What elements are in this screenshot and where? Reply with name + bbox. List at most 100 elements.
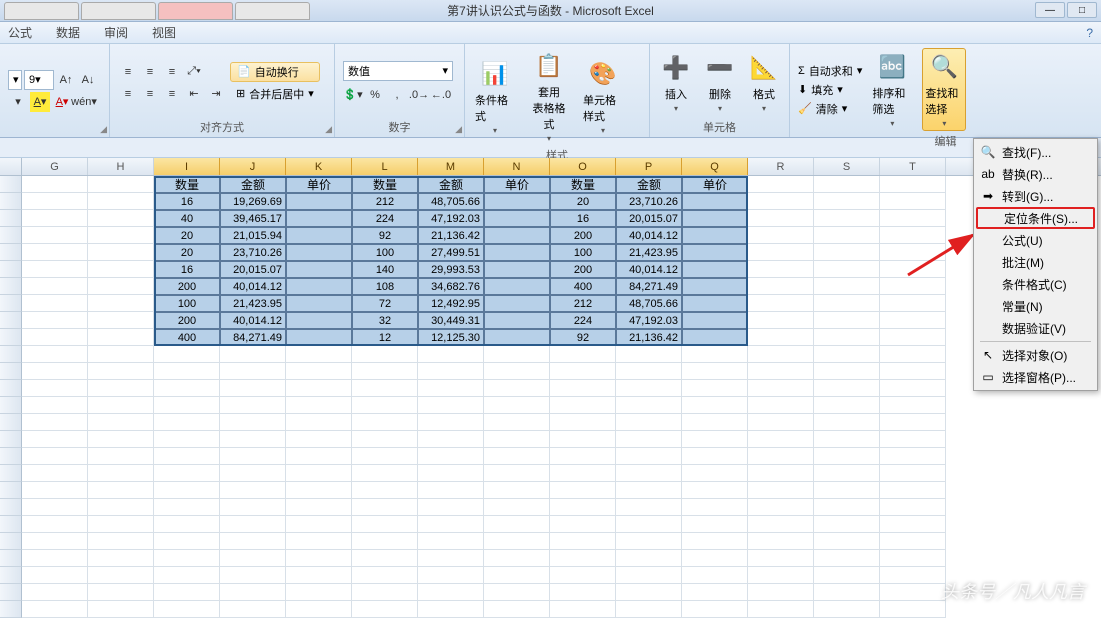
cell[interactable] bbox=[22, 431, 88, 448]
cell[interactable]: 100 bbox=[550, 244, 616, 261]
cell[interactable] bbox=[154, 567, 220, 584]
cell[interactable] bbox=[484, 363, 550, 380]
ctx-selection-pane[interactable]: ▭选择窗格(P)... bbox=[976, 366, 1095, 388]
row-header[interactable] bbox=[0, 210, 22, 227]
cell[interactable]: 23,710.26 bbox=[220, 244, 286, 261]
cell[interactable] bbox=[682, 431, 748, 448]
cell[interactable] bbox=[748, 261, 814, 278]
cell[interactable] bbox=[682, 567, 748, 584]
percent-icon[interactable]: % bbox=[365, 85, 385, 105]
cell[interactable] bbox=[22, 533, 88, 550]
cell[interactable] bbox=[88, 414, 154, 431]
cell[interactable] bbox=[88, 329, 154, 346]
cell[interactable] bbox=[880, 329, 946, 346]
cell[interactable] bbox=[748, 448, 814, 465]
cell[interactable] bbox=[88, 567, 154, 584]
cell[interactable] bbox=[748, 227, 814, 244]
cell[interactable] bbox=[682, 448, 748, 465]
cell[interactable] bbox=[880, 431, 946, 448]
cell[interactable] bbox=[484, 567, 550, 584]
cell[interactable] bbox=[286, 448, 352, 465]
inc-decimal-icon[interactable]: .0→ bbox=[409, 85, 429, 105]
cell[interactable] bbox=[880, 295, 946, 312]
cell[interactable] bbox=[484, 244, 550, 261]
cell[interactable] bbox=[418, 499, 484, 516]
dialog-launcher-icon[interactable]: ◢ bbox=[95, 123, 107, 135]
menu-formula[interactable]: 公式 bbox=[8, 24, 32, 41]
cell[interactable] bbox=[880, 278, 946, 295]
menu-review[interactable]: 审阅 bbox=[104, 24, 128, 41]
cell[interactable]: 48,705.66 bbox=[418, 193, 484, 210]
cell[interactable] bbox=[880, 193, 946, 210]
cell[interactable] bbox=[616, 414, 682, 431]
cell[interactable] bbox=[880, 227, 946, 244]
cell[interactable] bbox=[484, 584, 550, 601]
cell[interactable] bbox=[814, 193, 880, 210]
cell[interactable]: 40 bbox=[154, 210, 220, 227]
row-header[interactable] bbox=[0, 397, 22, 414]
cell[interactable]: 16 bbox=[154, 261, 220, 278]
row-header[interactable] bbox=[0, 448, 22, 465]
cell[interactable] bbox=[880, 533, 946, 550]
cell[interactable] bbox=[418, 363, 484, 380]
cell[interactable] bbox=[286, 295, 352, 312]
cell[interactable] bbox=[88, 465, 154, 482]
cell[interactable] bbox=[682, 346, 748, 363]
ctx-replace[interactable]: ab替换(R)... bbox=[976, 163, 1095, 185]
cell[interactable] bbox=[880, 176, 946, 193]
cell[interactable]: 108 bbox=[352, 278, 418, 295]
currency-icon[interactable]: 💲▾ bbox=[343, 85, 363, 105]
cell[interactable] bbox=[616, 431, 682, 448]
ctx-formulas[interactable]: 公式(U) bbox=[976, 229, 1095, 251]
row-header[interactable] bbox=[0, 499, 22, 516]
cell[interactable]: 224 bbox=[550, 312, 616, 329]
cell[interactable] bbox=[484, 329, 550, 346]
insert-button[interactable]: ➕ 插入▾ bbox=[658, 50, 694, 115]
cell[interactable]: 47,192.03 bbox=[616, 312, 682, 329]
row-header[interactable] bbox=[0, 363, 22, 380]
cell[interactable] bbox=[220, 431, 286, 448]
cell[interactable] bbox=[286, 397, 352, 414]
cell[interactable] bbox=[484, 312, 550, 329]
row-header[interactable] bbox=[0, 567, 22, 584]
cell[interactable] bbox=[550, 499, 616, 516]
cell[interactable]: 32 bbox=[352, 312, 418, 329]
cell[interactable] bbox=[748, 176, 814, 193]
font-color-icon[interactable]: A▾ bbox=[52, 92, 72, 112]
wrap-text-button[interactable]: 📄 自动换行 bbox=[230, 62, 320, 82]
cell[interactable] bbox=[154, 584, 220, 601]
cell[interactable] bbox=[88, 363, 154, 380]
row-header[interactable] bbox=[0, 380, 22, 397]
cell[interactable] bbox=[154, 516, 220, 533]
cell[interactable] bbox=[22, 210, 88, 227]
row-header[interactable] bbox=[0, 482, 22, 499]
cell[interactable] bbox=[88, 312, 154, 329]
cell[interactable] bbox=[286, 278, 352, 295]
cell[interactable] bbox=[814, 482, 880, 499]
cell[interactable] bbox=[352, 482, 418, 499]
doc-tab[interactable] bbox=[81, 2, 156, 20]
format-as-table-button[interactable]: 📋 套用 表格格式▾ bbox=[527, 48, 571, 145]
cell[interactable] bbox=[814, 414, 880, 431]
menu-data[interactable]: 数据 bbox=[56, 24, 80, 41]
cell[interactable] bbox=[682, 482, 748, 499]
cell[interactable] bbox=[352, 397, 418, 414]
cell[interactable] bbox=[880, 261, 946, 278]
cell[interactable] bbox=[550, 584, 616, 601]
cell[interactable] bbox=[22, 380, 88, 397]
cell[interactable] bbox=[550, 482, 616, 499]
cell[interactable] bbox=[154, 601, 220, 618]
cell[interactable]: 34,682.76 bbox=[418, 278, 484, 295]
cell[interactable] bbox=[880, 567, 946, 584]
cell[interactable]: 金额 bbox=[220, 176, 286, 193]
cell[interactable]: 单价 bbox=[682, 176, 748, 193]
cell[interactable] bbox=[748, 278, 814, 295]
ctx-goto-special[interactable]: 定位条件(S)... bbox=[976, 207, 1095, 229]
help-icon[interactable]: ? bbox=[1086, 26, 1093, 40]
col-header-O[interactable]: O bbox=[550, 158, 616, 175]
cell[interactable] bbox=[418, 550, 484, 567]
cell[interactable] bbox=[220, 482, 286, 499]
col-header-K[interactable]: K bbox=[286, 158, 352, 175]
cell[interactable]: 21,015.94 bbox=[220, 227, 286, 244]
cell[interactable] bbox=[880, 363, 946, 380]
